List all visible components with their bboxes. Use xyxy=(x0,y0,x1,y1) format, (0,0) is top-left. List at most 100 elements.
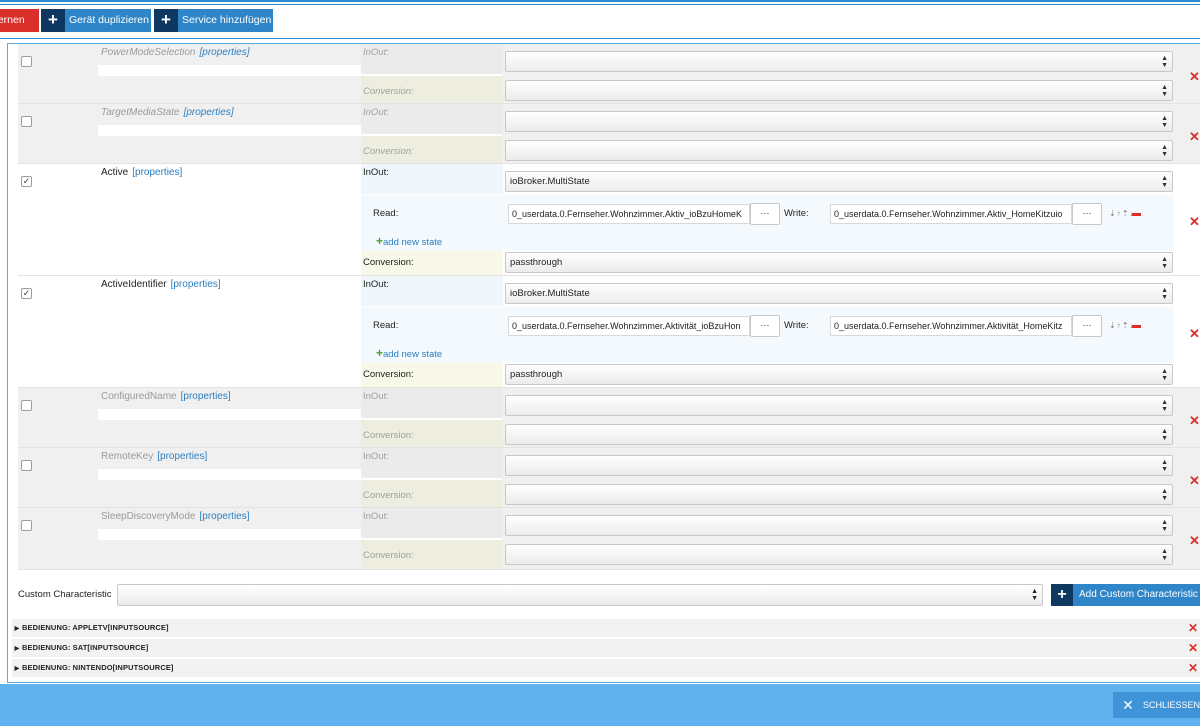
inout-label: InOut: xyxy=(363,511,389,522)
remove-characteristic-icon[interactable]: ✕ xyxy=(1189,70,1200,83)
remove-characteristic-icon[interactable]: ✕ xyxy=(1189,327,1200,340)
properties-link[interactable]: [properties] xyxy=(200,511,250,522)
remove-characteristic-icon[interactable]: ✕ xyxy=(1189,534,1200,547)
conversion-select[interactable]: ▲ ▼ xyxy=(505,424,1173,445)
properties-link[interactable]: [properties] xyxy=(132,167,182,178)
updown-arrow-icon: ▲ ▼ xyxy=(1161,175,1168,189)
characteristic-name: RemoteKey [properties] xyxy=(101,451,208,462)
conversion-label: Conversion: xyxy=(363,550,414,561)
characteristic-row-configuredname: ConfiguredName [properties] InOut: ▲ ▼ Con… xyxy=(18,388,1200,448)
inout-select[interactable]: ▲ ▼ xyxy=(505,395,1173,416)
enable-checkbox[interactable] xyxy=(21,460,32,471)
inout-label: InOut: xyxy=(363,279,389,290)
duplicate-device-button[interactable]: + Gerät duplizieren xyxy=(41,9,151,32)
properties-link[interactable]: [properties] xyxy=(171,279,221,290)
conversion-select[interactable]: ▲ ▼ xyxy=(505,544,1173,565)
inout-label: InOut: xyxy=(363,47,389,58)
conversion-label: Conversion: xyxy=(363,430,414,441)
updown-arrow-icon: ▲ ▼ xyxy=(1031,588,1038,602)
remove-characteristic-icon[interactable]: ✕ xyxy=(1189,215,1200,228)
characteristic-row-powermodeselection: PowerModeSelection [properties] InOut: ▲ ▼… xyxy=(18,44,1200,104)
add-new-state-link[interactable]: +add new state xyxy=(376,234,442,248)
write-label: Write: xyxy=(784,320,809,331)
characteristic-row-active: ✓ Active [properties] InOut: ioBroker.Mul… xyxy=(18,164,1200,276)
add-custom-characteristic-button[interactable]: + Add Custom Characteristic xyxy=(1051,584,1200,606)
updown-arrow-icon: ▲ ▼ xyxy=(1161,144,1168,158)
write-path-input[interactable]: 0_userdata.0.Fernseher.Wohnzimmer.Aktiv_… xyxy=(830,204,1072,224)
inout-label: InOut: xyxy=(363,391,389,402)
read-path-input[interactable]: 0_userdata.0.Fernseher.Wohnzimmer.Aktiv_… xyxy=(508,204,750,224)
updown-arrow-icon: ▲ ▼ xyxy=(1161,519,1168,533)
close-icon: ✕ xyxy=(1122,697,1134,713)
conversion-select[interactable]: ▲ ▼ xyxy=(505,484,1173,505)
duplicate-device-label: Gerät duplizieren xyxy=(69,14,149,26)
move-up-down-icon[interactable]: ⇣↑⇡↓ xyxy=(1109,321,1134,330)
write-label: Write: xyxy=(784,208,809,219)
properties-link[interactable]: [properties] xyxy=(184,107,234,118)
characteristic-row-activeidentifier: ✓ ActiveIdentifier [properties] InOut: io… xyxy=(18,276,1200,388)
characteristic-row-sleepdiscoverymode: SleepDiscoveryMode [properties] InOut: ▲ ▼… xyxy=(18,508,1200,570)
enable-checkbox[interactable] xyxy=(21,56,32,67)
remove-state-icon[interactable] xyxy=(1132,325,1141,328)
custom-characteristic-label: Custom Characteristic xyxy=(18,589,112,600)
remove-service-icon[interactable]: ✕ xyxy=(1188,639,1198,657)
select-write-state-button[interactable]: ··· xyxy=(1072,203,1102,225)
add-service-button[interactable]: + Service hinzufügen xyxy=(154,9,273,32)
updown-arrow-icon: ▲ ▼ xyxy=(1161,84,1168,98)
service-row-nintendo[interactable]: ▶ BEDIENUNG: NINTENDO[INPUTSOURCE] ✕ xyxy=(12,659,1200,677)
select-read-state-button[interactable]: ··· xyxy=(750,315,780,337)
dialog-footer: ✕ SCHLIESSEN xyxy=(0,684,1200,726)
inout-select[interactable]: ▲ ▼ xyxy=(505,515,1173,536)
inout-select[interactable]: ▲ ▼ xyxy=(505,51,1173,72)
enable-checkbox[interactable]: ✓ xyxy=(21,288,32,299)
service-row-appletv[interactable]: ▶ BEDIENUNG: APPLETV[INPUTSOURCE] ✕ xyxy=(12,619,1200,637)
move-up-down-icon[interactable]: ⇣↑⇡↓ xyxy=(1109,209,1134,218)
add-service-label: Service hinzufügen xyxy=(182,14,272,26)
inout-select[interactable]: ioBroker.MultiState ▲ ▼ xyxy=(505,171,1173,192)
conversion-label: Conversion: xyxy=(363,146,414,157)
read-path-input[interactable]: 0_userdata.0.Fernseher.Wohnzimmer.Aktivi… xyxy=(508,316,750,336)
conversion-label: Conversion: xyxy=(363,490,414,501)
updown-arrow-icon: ▲ ▼ xyxy=(1161,428,1168,442)
inout-select[interactable]: ▲ ▼ xyxy=(505,455,1173,476)
conversion-select[interactable]: passthrough ▲ ▼ xyxy=(505,252,1173,273)
select-write-state-button[interactable]: ··· xyxy=(1072,315,1102,337)
inout-label: InOut: xyxy=(363,167,389,178)
inout-select[interactable]: ▲ ▼ xyxy=(505,111,1173,132)
remove-characteristic-icon[interactable]: ✕ xyxy=(1189,414,1200,427)
conversion-select[interactable]: passthrough ▲ ▼ xyxy=(505,364,1173,385)
enable-checkbox[interactable] xyxy=(21,116,32,127)
read-label: Read: xyxy=(373,208,399,219)
plus-icon: + xyxy=(376,234,384,248)
remove-service-icon[interactable]: ✕ xyxy=(1188,659,1198,677)
characteristic-name: SleepDiscoveryMode [properties] xyxy=(101,511,250,522)
enable-checkbox[interactable] xyxy=(21,520,32,531)
conversion-select[interactable]: ▲ ▼ xyxy=(505,140,1173,161)
plus-icon: + xyxy=(154,9,178,32)
properties-link[interactable]: [properties] xyxy=(181,391,231,402)
remove-state-icon[interactable] xyxy=(1132,213,1141,216)
updown-arrow-icon: ▲ ▼ xyxy=(1161,548,1168,562)
plus-icon: + xyxy=(376,346,384,360)
service-row-sat[interactable]: ▶ BEDIENUNG: SAT[INPUTSOURCE] ✕ xyxy=(12,639,1200,657)
remove-device-button[interactable]: tfernen xyxy=(0,9,39,32)
properties-link[interactable]: [properties] xyxy=(200,47,250,58)
remove-service-icon[interactable]: ✕ xyxy=(1188,619,1198,637)
conversion-select[interactable]: ▲ ▼ xyxy=(505,80,1173,101)
write-path-input[interactable]: 0_userdata.0.Fernseher.Wohnzimmer.Aktivi… xyxy=(830,316,1072,336)
properties-link[interactable]: [properties] xyxy=(157,451,207,462)
close-button[interactable]: ✕ SCHLIESSEN xyxy=(1113,692,1200,718)
add-new-state-link[interactable]: +add new state xyxy=(376,346,442,360)
enable-checkbox[interactable] xyxy=(21,400,32,411)
conversion-label: Conversion: xyxy=(363,369,414,380)
custom-characteristic-select[interactable]: ▲ ▼ xyxy=(117,584,1043,606)
remove-characteristic-icon[interactable]: ✕ xyxy=(1189,130,1200,143)
updown-arrow-icon: ▲ ▼ xyxy=(1161,55,1168,69)
inout-select[interactable]: ioBroker.MultiState ▲ ▼ xyxy=(505,283,1173,304)
top-border-inner xyxy=(0,4,1200,5)
remove-characteristic-icon[interactable]: ✕ xyxy=(1189,474,1200,487)
characteristic-row-remotekey: RemoteKey [properties] InOut: ▲ ▼ Conversi… xyxy=(18,448,1200,508)
enable-checkbox[interactable]: ✓ xyxy=(21,176,32,187)
top-border xyxy=(0,0,1200,2)
select-read-state-button[interactable]: ··· xyxy=(750,203,780,225)
